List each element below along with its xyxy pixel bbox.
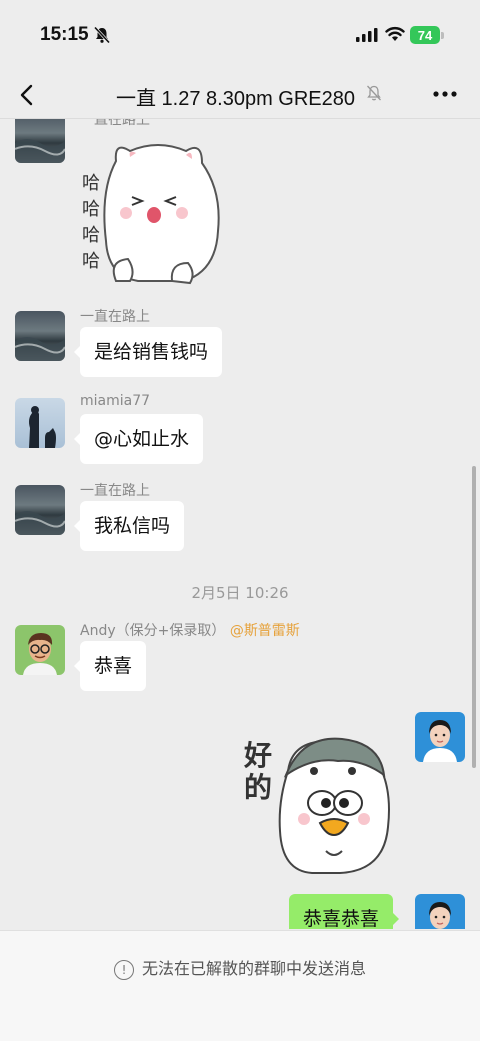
duck-ok-sticker[interactable]: 好 的 (242, 731, 394, 877)
message-bubble[interactable]: 是给销售钱吗 (73, 327, 223, 377)
message-bubble[interactable]: 恭喜 (73, 641, 147, 691)
mute-bell-icon (367, 85, 381, 101)
notice-text: 无法在已解散的群聊中发送消息 (141, 959, 366, 978)
more-options-icon[interactable] (432, 84, 458, 104)
avatar[interactable] (15, 311, 65, 361)
sender-name: miamia77 (80, 393, 151, 409)
laughing-cat-sticker[interactable]: 哈 哈 哈 哈 (78, 131, 240, 289)
sender-name-text: Andy（保分+保录取） (80, 623, 226, 639)
scrollbar[interactable] (472, 466, 476, 768)
status-time: 15:15 (40, 24, 89, 45)
sticker-caption-2: 哈 (82, 199, 100, 220)
warning-icon: ! (113, 959, 134, 980)
battery-cap (441, 32, 444, 39)
chat-message-list[interactable]: 一直在路上 哈 哈 哈 哈 一直在路上 是给销售钱吗 miamia77 @心如止… (0, 119, 480, 929)
my-message-bubble[interactable]: 恭喜恭喜 (289, 894, 400, 929)
message-bubble[interactable]: 我私信吗 (73, 501, 185, 551)
back-arrow-icon[interactable] (14, 80, 44, 110)
sender-name: 一直在路上 (80, 309, 150, 325)
mention-tag[interactable]: @斯普雷斯 (230, 623, 300, 639)
avatar[interactable] (15, 398, 65, 448)
footer-notice: ! 无法在已解散的群聊中发送消息 (0, 955, 480, 980)
sticker-char-2: 的 (244, 771, 272, 804)
footer-notice-bar: ! 无法在已解散的群聊中发送消息 (0, 930, 480, 1041)
bell-off-icon (93, 26, 111, 44)
battery-level: 74 (417, 27, 433, 43)
battery-indicator: 74 (410, 26, 440, 44)
avatar[interactable] (15, 625, 65, 675)
avatar[interactable] (15, 485, 65, 535)
my-avatar[interactable] (415, 712, 465, 762)
sender-name: 一直在路上 (80, 483, 150, 499)
sticker-caption-1: 哈 (82, 173, 100, 194)
sticker-char-1: 好 (243, 739, 272, 772)
cellular-signal-icon (356, 28, 378, 42)
sticker-caption: 好 (243, 739, 272, 772)
sticker-caption-2: 的 (244, 771, 272, 804)
chat-title: 一直 1.27 8.30pm GRE280 (116, 88, 356, 110)
message-bubble[interactable]: @心如止水 (73, 414, 204, 464)
sticker-caption-4: 哈 (82, 251, 100, 272)
status-bar: 15:15 74 (0, 0, 480, 70)
nav-bar: 一直 1.27 8.30pm GRE280 (0, 70, 480, 119)
sender-name: Andy（保分+保录取） @斯普雷斯 (80, 620, 300, 640)
my-avatar[interactable] (415, 894, 465, 929)
wifi-icon (385, 26, 405, 41)
avatar[interactable] (15, 119, 65, 163)
message-timestamp: 2月5日 10:26 (191, 584, 289, 602)
sticker-caption-3: 哈 (82, 225, 100, 246)
sender-name: 一直在路上 (80, 119, 150, 128)
